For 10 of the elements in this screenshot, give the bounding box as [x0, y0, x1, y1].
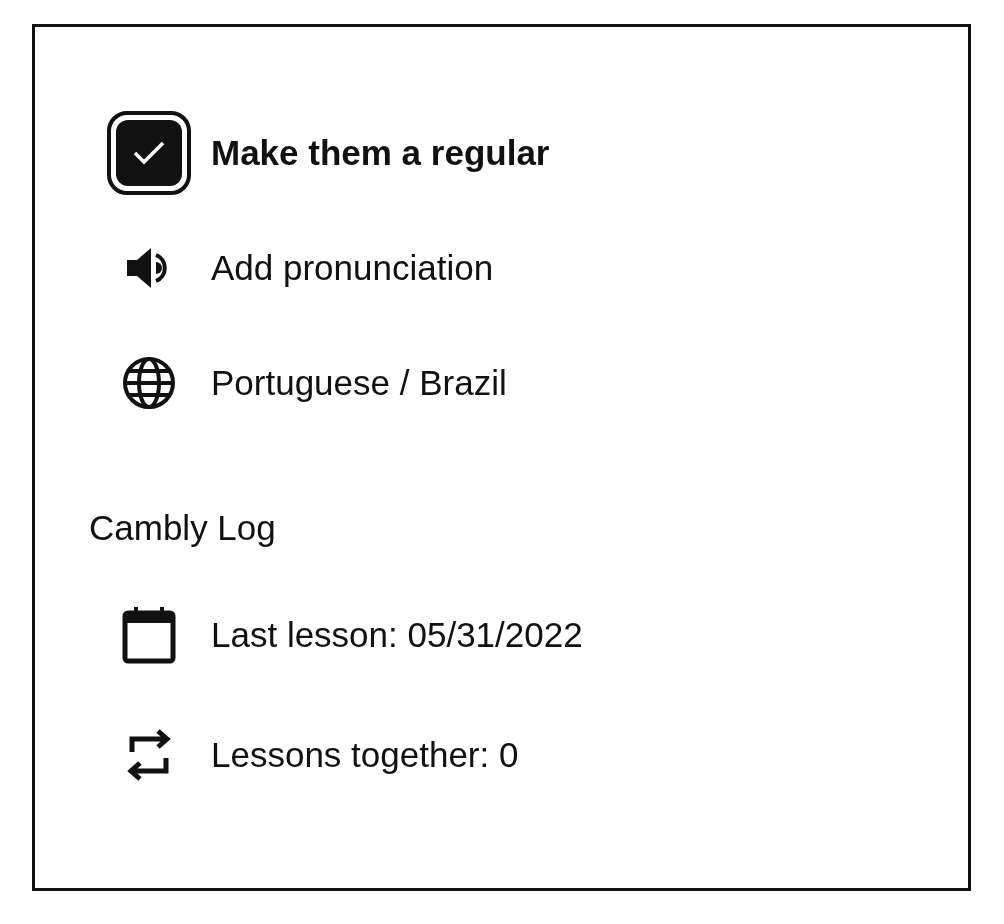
section-title: Cambly Log [89, 508, 276, 548]
checkbox[interactable] [107, 111, 191, 195]
option-label: Last lesson: 05/31/2022 [211, 615, 583, 655]
option-label: Add pronunciation [211, 248, 494, 288]
calendar-icon [121, 605, 177, 665]
checkmark-icon [132, 140, 166, 166]
checkbox-label: Make them a regular [211, 133, 550, 173]
option-label: Portuguese / Brazil [211, 363, 507, 403]
option-label: Lessons together: 0 [211, 735, 519, 775]
globe-icon [122, 356, 176, 410]
